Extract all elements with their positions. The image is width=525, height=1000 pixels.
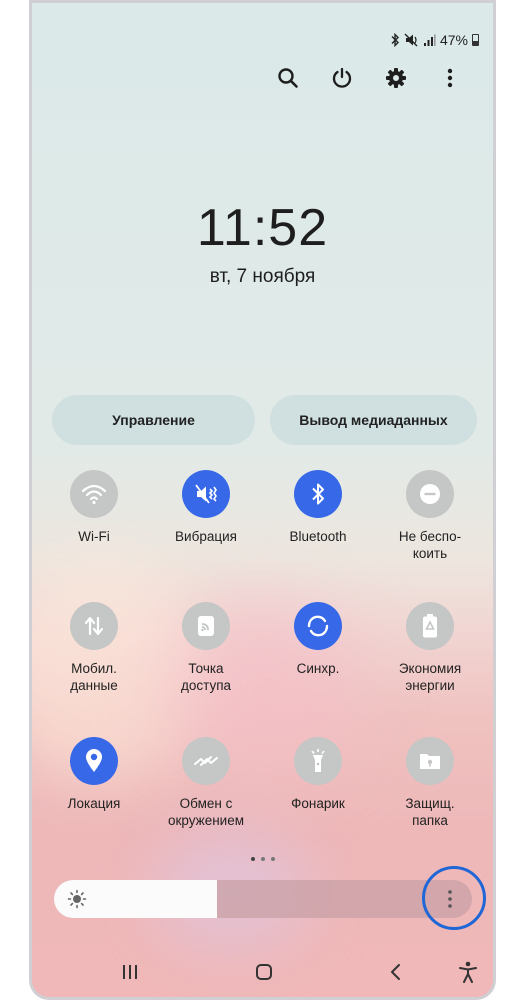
bluetooth-icon <box>294 470 342 518</box>
highlight-circle <box>422 866 486 930</box>
navigation-bar <box>32 955 493 989</box>
tile-label: Фонарик <box>291 796 345 811</box>
tile-wifi[interactable]: Wi-Fi <box>38 470 150 545</box>
tile-label: Локация <box>67 796 121 811</box>
page-dot <box>270 857 275 861</box>
tile-label: Защищ. папка <box>405 796 455 828</box>
tile-power-saving[interactable]: Экономия энергии <box>374 602 486 694</box>
tile-label: Обмен с окружением <box>168 796 244 828</box>
page-indicator <box>32 857 493 861</box>
tile-bluetooth[interactable]: Bluetooth <box>262 470 374 545</box>
wifi-icon <box>70 470 118 518</box>
hotspot-icon <box>182 602 230 650</box>
clock-date[interactable]: вт, 7 ноября <box>32 266 493 288</box>
back-icon[interactable] <box>382 955 410 989</box>
do-not-disturb-icon <box>406 470 454 518</box>
brightness-slider[interactable] <box>54 880 472 918</box>
tile-sync[interactable]: Синхр. <box>262 602 374 677</box>
brightness-icon <box>67 889 87 909</box>
tile-label: Не беспо- коить <box>398 529 462 561</box>
tile-label: Экономия энергии <box>398 661 462 693</box>
tile-vibration[interactable]: Вибрация <box>150 470 262 545</box>
power-icon[interactable] <box>328 64 355 91</box>
bluetooth-icon <box>390 33 400 47</box>
device-control-button[interactable]: Управление <box>52 395 255 445</box>
home-icon[interactable] <box>250 955 278 989</box>
vibrate-icon <box>182 470 230 518</box>
tile-hotspot[interactable]: Точка доступа <box>150 602 262 694</box>
location-icon <box>70 737 118 785</box>
flashlight-icon <box>294 737 342 785</box>
mobile-data-icon <box>70 602 118 650</box>
power-saving-icon <box>406 602 454 650</box>
page-dot <box>260 857 265 861</box>
status-bar: 47% <box>390 32 479 48</box>
tile-label: Bluetooth <box>289 529 347 544</box>
secure-folder-icon <box>406 737 454 785</box>
tile-label: Вибрация <box>175 529 237 544</box>
media-output-button[interactable]: Вывод медиаданных <box>270 395 477 445</box>
phone-screen: 47% 11:52 вт, 7 ноября Управление Вывод … <box>29 0 496 1000</box>
tile-label: Синхр. <box>296 661 340 676</box>
tile-flashlight[interactable]: Фонарик <box>262 737 374 812</box>
page-dot <box>250 857 255 861</box>
recent-apps-icon[interactable] <box>116 955 144 989</box>
accessibility-icon[interactable] <box>454 955 482 989</box>
clock-time[interactable]: 11:52 <box>32 198 493 258</box>
tile-label: Точка доступа <box>180 661 232 693</box>
settings-icon[interactable] <box>382 64 409 91</box>
tile-label: Wi-Fi <box>78 529 110 544</box>
tile-label: Мобил. данные <box>70 661 118 693</box>
tile-mobile-data[interactable]: Мобил. данные <box>38 602 150 694</box>
tile-location[interactable]: Локация <box>38 737 150 812</box>
tile-nearby-share[interactable]: Обмен с окружением <box>150 737 262 829</box>
battery-icon <box>472 34 479 46</box>
battery-percent: 47% <box>439 32 468 48</box>
tile-secure-folder[interactable]: Защищ. папка <box>374 737 486 829</box>
more-options-icon[interactable] <box>436 64 463 91</box>
signal-icon <box>423 34 436 47</box>
sync-icon <box>294 602 342 650</box>
mute-icon <box>404 33 419 47</box>
quick-panel-actions <box>274 64 463 91</box>
search-icon[interactable] <box>274 64 301 91</box>
tile-do-not-disturb[interactable]: Не беспо- коить <box>374 470 486 562</box>
nearby-share-icon <box>182 737 230 785</box>
